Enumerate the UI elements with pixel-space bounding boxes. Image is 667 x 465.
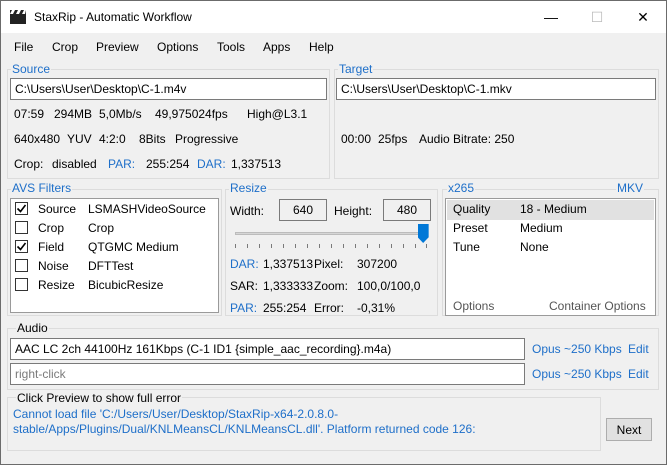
height-input[interactable]: 480 [383, 199, 431, 221]
menu-options[interactable]: Options [157, 40, 198, 54]
audio-track2-field[interactable]: right-click [10, 363, 525, 385]
source-par-value: 255:254 [146, 157, 190, 171]
source-resolution: 640x480 [14, 132, 61, 146]
encoder-option-name: Preset [453, 221, 488, 235]
filter-name: Resize [38, 278, 75, 292]
pixel-value: 307200 [357, 257, 398, 271]
filter-value: QTGMC Medium [88, 240, 179, 254]
audio-label: Audio [16, 321, 49, 335]
filter-name: Crop [38, 221, 65, 235]
filter-value: LSMASHVideoSource [88, 202, 206, 216]
audio-track2-edit-link[interactable]: Edit [628, 367, 649, 381]
target-duration: 00:00 [341, 132, 372, 146]
source-bitrate: 5,0Mb/s [99, 107, 142, 121]
menu-preview[interactable]: Preview [96, 40, 139, 54]
close-icon: ✕ [637, 8, 649, 25]
source-chroma: 4:2:0 [99, 132, 126, 146]
filter-checkbox[interactable] [15, 240, 28, 253]
sar-label: SAR: [230, 279, 259, 293]
resize-par-value: 255:254 [263, 301, 307, 315]
filter-name: Field [38, 240, 65, 254]
encoder-options-link[interactable]: Options [453, 299, 494, 313]
container-label[interactable]: MKV [616, 181, 645, 195]
resize-dar-label[interactable]: DAR: [230, 257, 259, 271]
clapperboard-icon [10, 10, 26, 24]
maximize-button[interactable]: ☐ [574, 1, 620, 33]
filter-name: Noise [38, 259, 69, 273]
encoder-option-name: Quality [453, 202, 491, 216]
source-crop-value: disabled [52, 157, 97, 171]
next-button[interactable]: Next [606, 418, 652, 441]
menu-crop[interactable]: Crop [52, 40, 78, 54]
width-label: Width: [230, 204, 265, 218]
target-audio-bitrate: Audio Bitrate: 250 [419, 132, 515, 146]
source-duration: 07:59 [14, 107, 45, 121]
filter-name: Source [38, 202, 77, 216]
error-value: -0,31% [357, 301, 396, 315]
audio-track1-edit-link[interactable]: Edit [628, 342, 649, 356]
minimize-icon: — [544, 9, 558, 25]
pixel-label: Pixel: [314, 257, 344, 271]
resize-par-label[interactable]: PAR: [230, 301, 257, 315]
encoder-option-value[interactable]: None [520, 240, 549, 254]
resize-label: Resize [229, 181, 268, 195]
resize-slider-ticks [235, 244, 427, 248]
filter-value: DFTTest [88, 259, 134, 273]
main-window: StaxRip - Automatic Workflow — ☐ ✕ File … [0, 0, 667, 465]
zoom-label: Zoom: [314, 279, 349, 293]
audio-track1-codec-link[interactable]: Opus ~250 Kbps [532, 342, 622, 356]
filter-value: Crop [88, 221, 115, 235]
source-path-field[interactable]: C:\Users\User\Desktop\C-1.m4v [10, 78, 327, 100]
target-fps: 25fps [378, 132, 408, 146]
source-dar-value: 1,337513 [231, 157, 282, 171]
source-scan: Progressive [175, 132, 239, 146]
source-label: Source [11, 62, 52, 76]
source-fps: 49,975024fps [155, 107, 228, 121]
source-profile: High@L3.1 [247, 107, 308, 121]
menu-help[interactable]: Help [309, 40, 334, 54]
target-path-field[interactable]: C:\Users\User\Desktop\C-1.mkv [336, 78, 656, 100]
target-label: Target [338, 62, 374, 76]
encoder-option-name: Tune [453, 240, 480, 254]
menu-file[interactable]: File [14, 40, 33, 54]
source-crop-label: Crop: [14, 157, 44, 171]
status-label: Click Preview to show full error [16, 391, 183, 405]
filter-checkbox[interactable] [15, 221, 28, 234]
audio-track2-codec-link[interactable]: Opus ~250 Kbps [532, 367, 622, 381]
width-input[interactable]: 640 [279, 199, 327, 221]
source-size: 294MB [54, 107, 93, 121]
source-par-label[interactable]: PAR: [108, 157, 135, 171]
filter-checkbox[interactable] [15, 278, 28, 291]
menu-bar: File Crop Preview Options Tools Apps Hel… [1, 33, 666, 59]
filter-checkbox[interactable] [15, 259, 28, 272]
encoder-option-value[interactable]: 18 - Medium [520, 202, 587, 216]
source-dar-label[interactable]: DAR: [197, 157, 226, 171]
encoder-option-value[interactable]: Medium [520, 221, 563, 235]
close-button[interactable]: ✕ [620, 1, 666, 33]
audio-track1-field[interactable]: AAC LC 2ch 44100Hz 161Kbps (C-1 ID1 {sim… [10, 338, 525, 360]
maximize-icon: ☐ [590, 8, 604, 25]
error-message: Cannot load file 'C:/Users/User/Desktop/… [13, 407, 476, 436]
avs-filters-label[interactable]: AVS Filters [11, 181, 73, 195]
error-label: Error: [314, 301, 344, 315]
menu-tools[interactable]: Tools [217, 40, 245, 54]
encoder-label[interactable]: x265 [447, 181, 476, 195]
source-bits: 8Bits [139, 132, 166, 146]
minimize-button[interactable]: — [528, 1, 574, 33]
resize-slider-track[interactable] [235, 232, 427, 235]
filter-value: BicubicResize [88, 278, 164, 292]
menu-apps[interactable]: Apps [263, 40, 290, 54]
resize-dar-value: 1,337513 [263, 257, 314, 271]
source-colorspace: YUV [67, 132, 92, 146]
window-title: StaxRip - Automatic Workflow [34, 10, 192, 24]
height-label: Height: [334, 204, 373, 218]
container-options-link[interactable]: Container Options [549, 299, 646, 313]
zoom-value: 100,0/100,0 [357, 279, 421, 293]
title-bar[interactable]: StaxRip - Automatic Workflow — ☐ ✕ [1, 1, 666, 33]
filter-checkbox[interactable] [15, 202, 28, 215]
sar-value: 1,333333 [263, 279, 314, 293]
